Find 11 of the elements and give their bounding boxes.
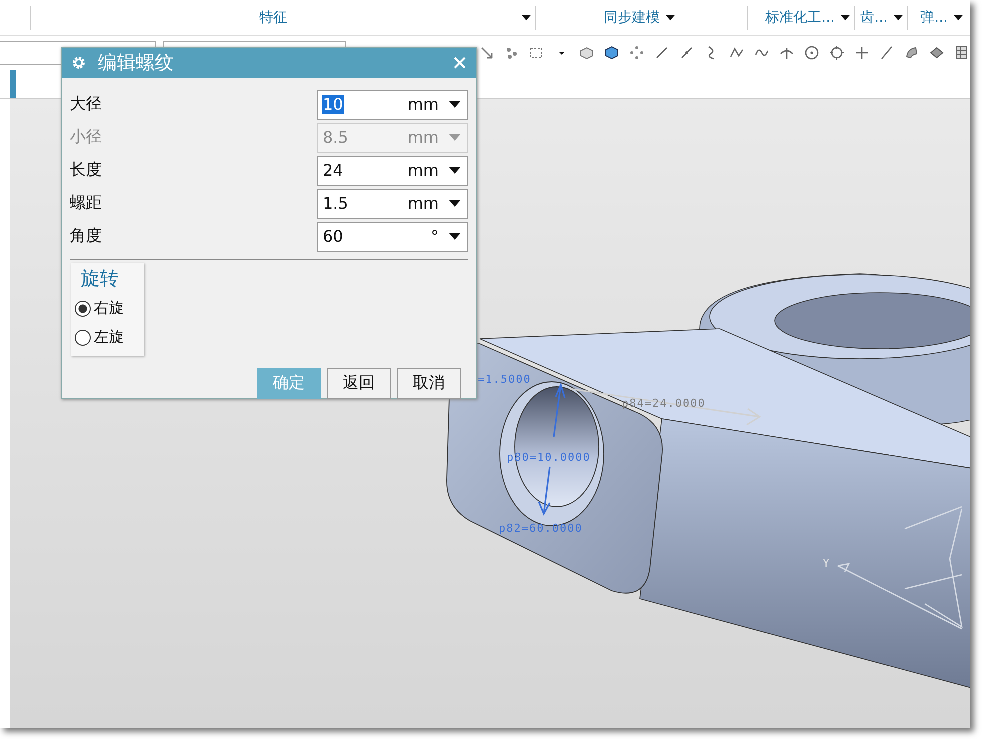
dimension-label: p82=60.0000 xyxy=(499,522,583,535)
axis-label: Y xyxy=(823,557,831,570)
field-label: 大径 xyxy=(70,94,102,115)
field-label: 长度 xyxy=(70,160,102,181)
group-title: 旋转 xyxy=(80,267,120,292)
input-field: 8.5 mm xyxy=(317,122,468,152)
field-label: 螺距 xyxy=(70,193,102,214)
field-label: 角度 xyxy=(70,226,102,247)
dimension-label: =1.5000 xyxy=(478,373,532,386)
field-label: 小径 xyxy=(70,127,102,148)
dialog-title: 编辑螺纹 xyxy=(98,51,174,76)
